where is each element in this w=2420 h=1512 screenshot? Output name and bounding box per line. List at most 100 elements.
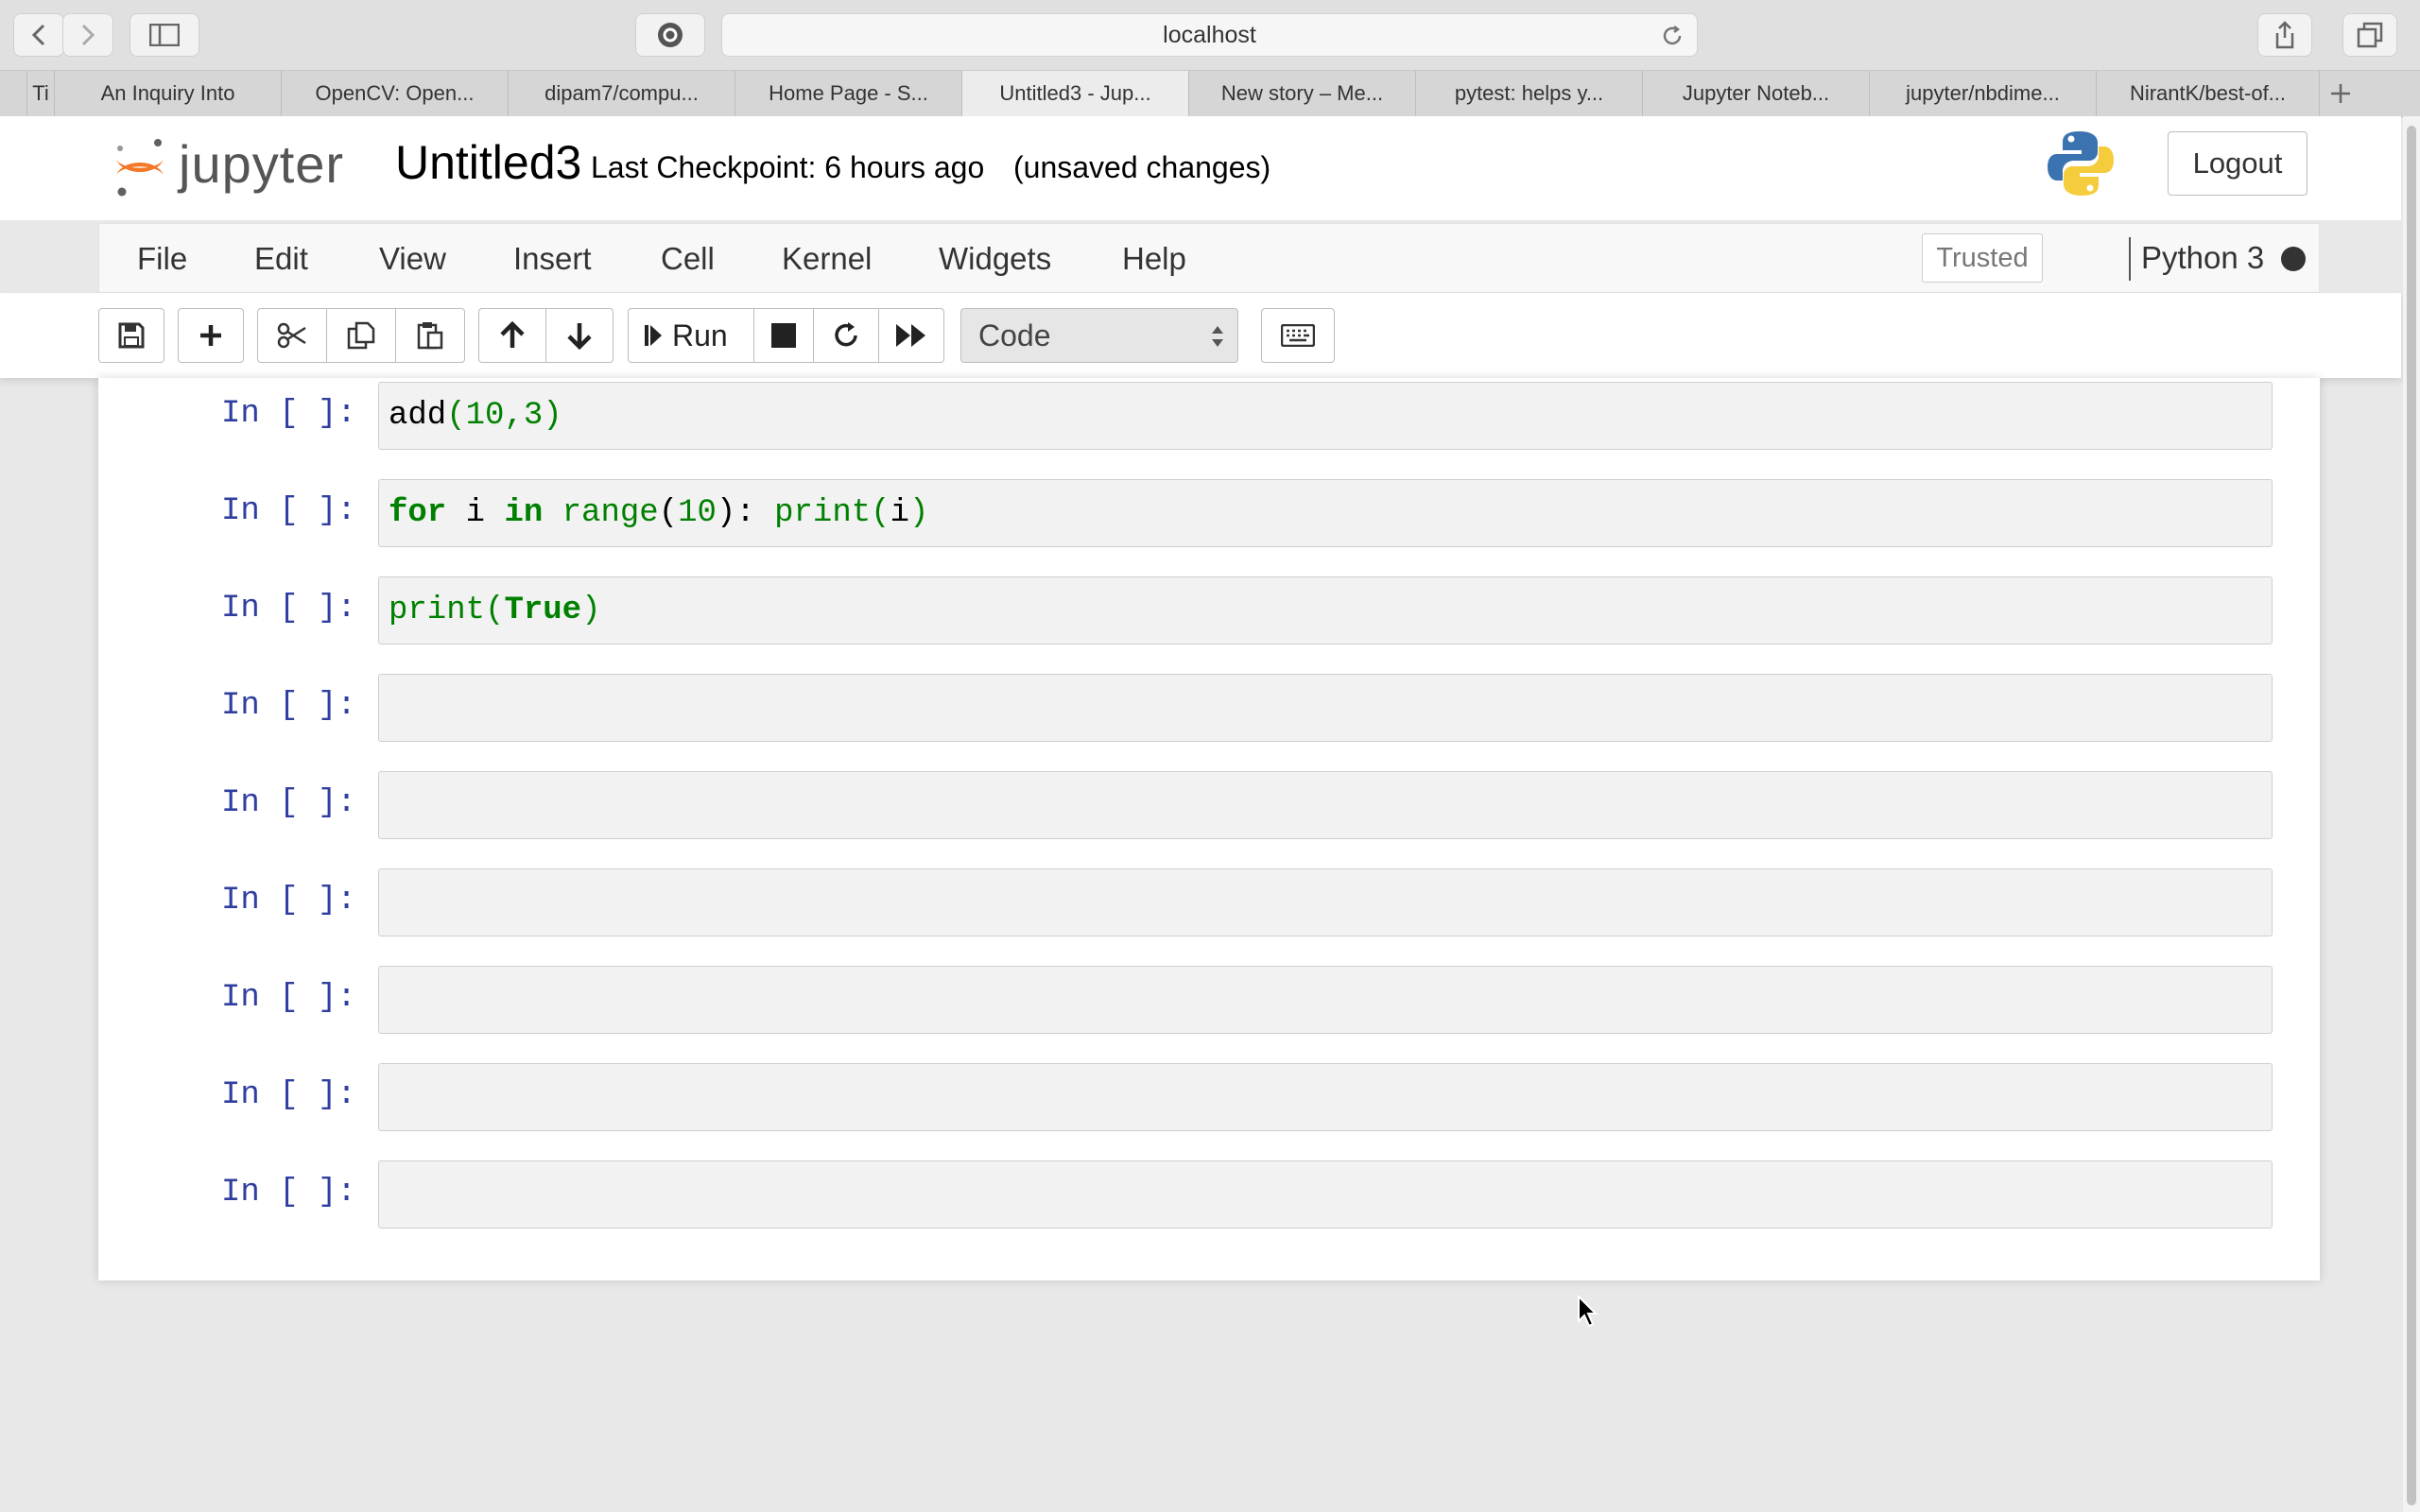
menu-widgets[interactable]: Widgets (939, 224, 1051, 294)
code-cell[interactable]: In [ ]: (98, 1157, 2320, 1228)
code-token: in (504, 495, 544, 531)
share-button[interactable] (2257, 13, 2312, 57)
browser-tab[interactable]: Jupyter Noteb... (1643, 71, 1870, 116)
save-icon (118, 322, 145, 349)
menu-edit[interactable]: Edit (254, 224, 308, 294)
tab-label: NirantK/best-of... (2129, 81, 2287, 105)
save-button[interactable] (98, 308, 164, 363)
back-button[interactable] (13, 13, 64, 57)
menu-file[interactable]: File (137, 224, 187, 294)
code-cell[interactable]: In [ ]: (98, 1059, 2320, 1131)
code-editor[interactable]: add(10,3) (378, 382, 2273, 450)
autosave-status: (unsaved changes) (1013, 150, 1271, 184)
address-bar[interactable]: localhost (721, 13, 1698, 57)
code-token: 10 (465, 398, 505, 434)
cell-type-select[interactable]: Code (960, 308, 1238, 363)
code-editor[interactable] (378, 1063, 2273, 1131)
code-cell[interactable]: In [ ]: (98, 670, 2320, 742)
code-token: ( (658, 495, 679, 531)
fast-forward-icon (896, 324, 925, 347)
tabs-overview-button[interactable] (2342, 13, 2397, 57)
code-editor[interactable]: print(True) (378, 576, 2273, 644)
paste-button[interactable] (395, 308, 465, 363)
run-button[interactable]: Run (628, 308, 754, 363)
checkpoint-status: Last Checkpoint: 6 hours ago (591, 150, 985, 184)
copy-icon (347, 321, 375, 350)
page-scrollbar[interactable] (2403, 116, 2420, 1512)
tab-label: Ti (32, 81, 49, 105)
code-cell[interactable]: In [ ]: (98, 865, 2320, 936)
new-tab-button[interactable] (2320, 71, 2361, 116)
move-up-button[interactable] (478, 308, 546, 363)
logout-button[interactable]: Logout (2168, 131, 2308, 196)
kernel-divider (2129, 237, 2131, 281)
forward-button[interactable] (62, 13, 113, 57)
arrow-up-icon (500, 321, 525, 348)
restart-run-all-button[interactable] (878, 308, 944, 363)
extension-button[interactable] (635, 13, 705, 57)
kernel-name[interactable]: Python 3 (2141, 224, 2264, 292)
input-prompt: In [ ]: (221, 591, 356, 627)
code-token: , (504, 398, 524, 434)
tab-label: pytest: helps y... (1454, 81, 1604, 105)
code-token: ) (908, 495, 929, 531)
tab-label: New story – Me... (1220, 81, 1384, 105)
insert-cell-button[interactable] (178, 308, 244, 363)
input-prompt: In [ ]: (221, 1175, 356, 1211)
restart-kernel-button[interactable] (813, 308, 879, 363)
browser-tab[interactable]: An Inquiry Into (55, 71, 282, 116)
browser-tab[interactable]: OpenCV: Open... (282, 71, 509, 116)
code-cell[interactable]: In [ ]: add(10,3) (98, 378, 2320, 450)
trusted-indicator[interactable]: Trusted (1922, 233, 2043, 283)
menu-view[interactable]: View (379, 224, 446, 294)
select-arrows-icon (1212, 326, 1223, 347)
run-label: Run (672, 318, 728, 352)
code-token: 10 (678, 495, 717, 531)
sidebar-toggle-button[interactable] (130, 13, 199, 57)
browser-tab[interactable]: NirantK/best-of... (2097, 71, 2320, 116)
interrupt-kernel-button[interactable] (753, 308, 814, 363)
browser-tab[interactable]: dipam7/compu... (509, 71, 735, 116)
copy-button[interactable] (326, 308, 396, 363)
keyboard-icon (1281, 324, 1315, 347)
menu-bar: File Edit View Insert Cell Kernel Widget… (98, 223, 2320, 293)
tab-label: Untitled3 - Jup... (999, 81, 1151, 105)
move-down-button[interactable] (545, 308, 614, 363)
reload-icon[interactable] (1661, 25, 1684, 47)
menu-kernel[interactable]: Kernel (782, 224, 872, 294)
code-editor[interactable]: for i in range(10): print(i) (378, 479, 2273, 547)
notebook-title[interactable]: Untitled3 (395, 135, 581, 190)
code-token: add (389, 398, 447, 434)
browser-tab[interactable]: pytest: helps y... (1416, 71, 1643, 116)
browser-tab[interactable]: New story – Me... (1189, 71, 1416, 116)
code-editor[interactable] (378, 771, 2273, 839)
scrollbar-thumb[interactable] (2407, 126, 2416, 1505)
browser-tab-active[interactable]: Untitled3 - Jup... (962, 71, 1189, 116)
code-token: ) (716, 495, 736, 531)
command-palette-button[interactable] (1261, 308, 1335, 363)
code-cell[interactable]: In [ ]: (98, 767, 2320, 839)
jupyter-logo-icon (116, 139, 164, 197)
code-cell[interactable]: In [ ]: for i in range(10): print(i) (98, 475, 2320, 547)
menu-help[interactable]: Help (1122, 224, 1186, 294)
code-editor[interactable] (378, 674, 2273, 742)
code-token: for (389, 495, 447, 531)
browser-tab[interactable]: Ti (26, 71, 55, 116)
stop-icon (771, 323, 796, 348)
code-editor[interactable] (378, 868, 2273, 936)
arrow-down-icon (567, 323, 592, 350)
input-prompt: In [ ]: (221, 883, 356, 919)
menu-insert[interactable]: Insert (513, 224, 592, 294)
browser-tab[interactable]: jupyter/nbdime... (1870, 71, 2097, 116)
url-text: localhost (1163, 21, 1256, 48)
code-token: ) (543, 398, 562, 434)
code-cell[interactable]: In [ ]: (98, 962, 2320, 1034)
menu-cell[interactable]: Cell (661, 224, 715, 294)
code-cell[interactable]: In [ ]: print(True) (98, 573, 2320, 644)
jupyter-logo[interactable]: jupyter (111, 131, 366, 199)
cut-button[interactable] (257, 308, 327, 363)
code-editor[interactable] (378, 1160, 2273, 1228)
code-editor[interactable] (378, 966, 2273, 1034)
browser-tab[interactable]: Home Page - S... (735, 71, 962, 116)
